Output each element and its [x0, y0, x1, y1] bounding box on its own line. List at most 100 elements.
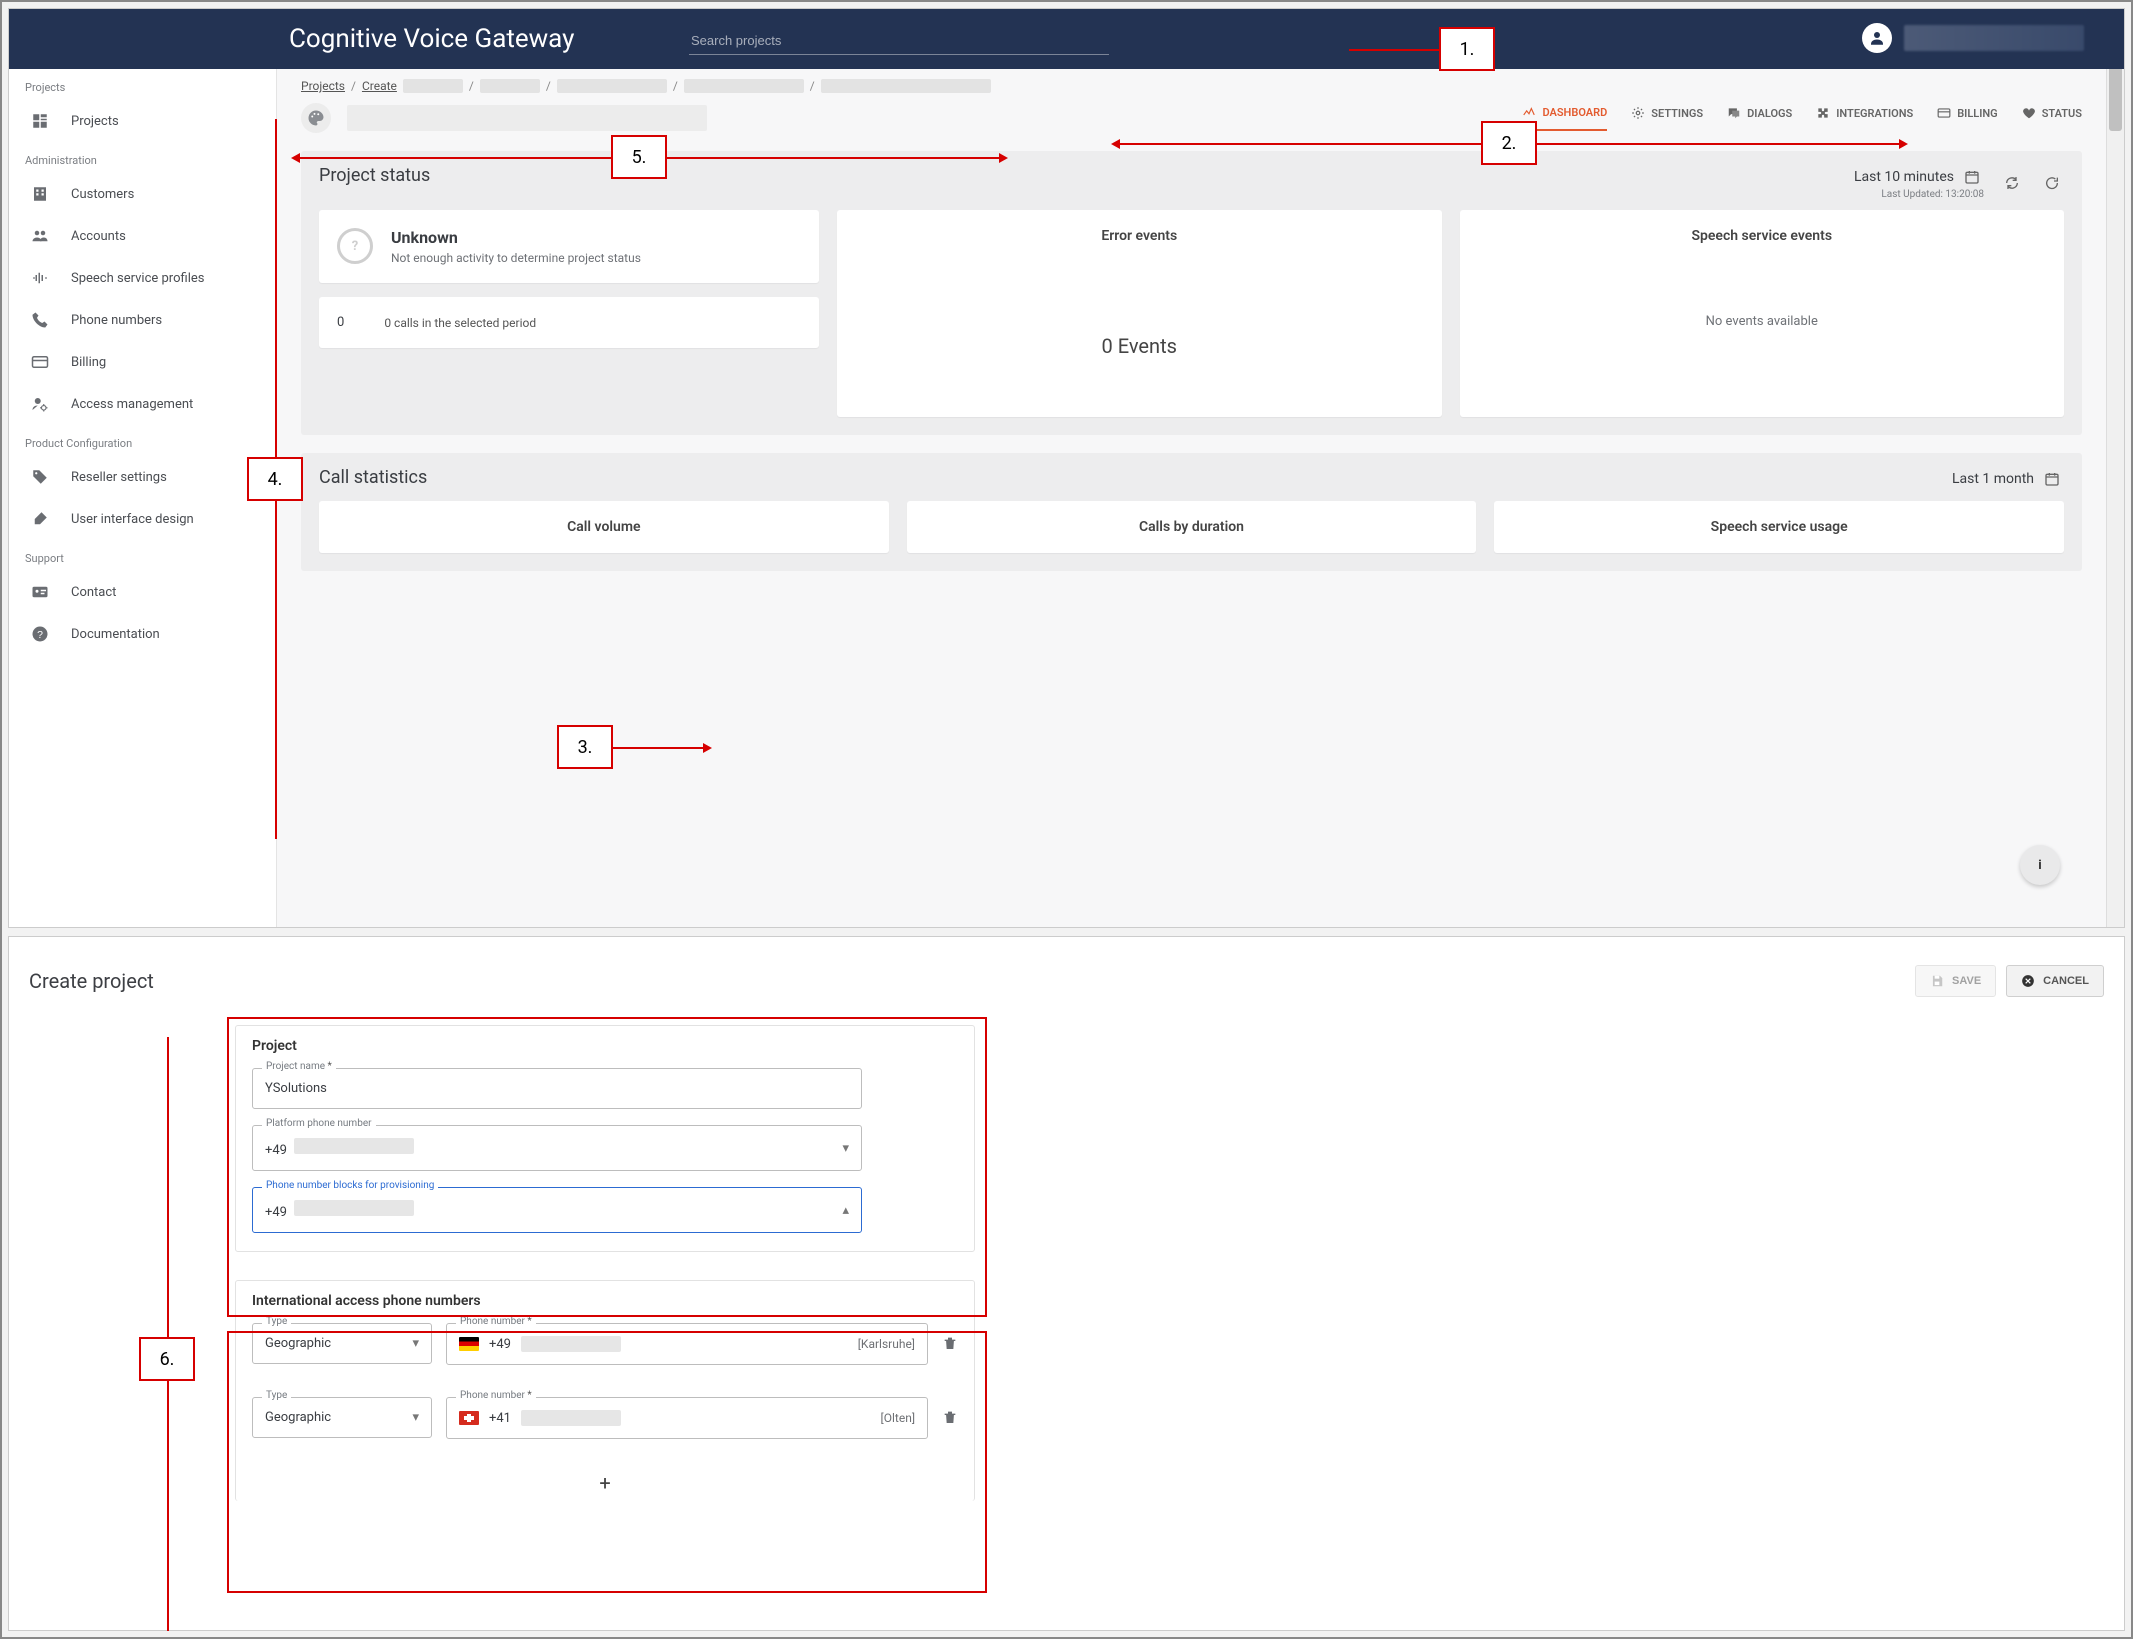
annotation-2: 2.: [1481, 121, 1537, 165]
cancel-icon: [2021, 974, 2035, 988]
crumb-redacted: [403, 79, 463, 93]
card-calls-by-duration: Calls by duration: [907, 501, 1477, 553]
annotation-4: 4.: [247, 457, 303, 501]
sidebar-item-label: Access management: [71, 397, 193, 412]
crumb-redacted: [821, 79, 991, 93]
annotation-5-line-right: [667, 157, 999, 159]
tab-billing[interactable]: BILLING: [1937, 106, 1997, 130]
building-icon: [31, 185, 53, 203]
annotation-6-region-project: [227, 1017, 987, 1317]
status-desc: Not enough activity to determine project…: [391, 251, 641, 265]
window-scrollbar[interactable]: [2106, 9, 2124, 927]
refresh-icon[interactable]: [2040, 171, 2064, 195]
tab-integrations[interactable]: INTEGRATIONS: [1816, 106, 1913, 130]
error-events-card: Error events 0 Events: [837, 210, 1442, 417]
calls-count: 0: [337, 315, 344, 330]
id-card-icon: [31, 583, 53, 601]
annotation-5: 5.: [611, 135, 667, 179]
phone-icon: [31, 311, 53, 329]
card-title: Calls by duration: [925, 519, 1459, 535]
annotation-4-line-top: [275, 119, 277, 457]
tab-label: INTEGRATIONS: [1836, 107, 1913, 120]
project-status-section: Project status Last 10 minutes Last Upda…: [301, 151, 2082, 435]
section-title: Project status: [319, 165, 430, 186]
time-range: Last 10 minutes: [1854, 169, 1954, 185]
breadcrumb: Projects / Create / / / /: [277, 69, 2106, 93]
annotation-6-line-top: [167, 1037, 169, 1337]
sidebar-item-label: Customers: [71, 187, 134, 202]
status-headline: Unknown: [391, 228, 641, 247]
annotation-6-line-bottom: [167, 1381, 169, 1631]
question-icon: ?: [337, 228, 373, 264]
annotation-2-line-left: [1119, 143, 1481, 145]
create-project-title: Create project: [29, 969, 154, 993]
tab-settings[interactable]: SETTINGS: [1631, 106, 1703, 130]
sidebar-item-customers[interactable]: Customers: [9, 173, 276, 215]
annotation-6: 6.: [139, 1337, 195, 1381]
tag-icon: [31, 468, 53, 486]
sidebar-item-documentation[interactable]: ? Documentation: [9, 613, 276, 655]
annotation-2-arrow-left: [1111, 139, 1120, 149]
annotation-3-arrow: [703, 743, 712, 753]
sidebar-item-speech-profiles[interactable]: Speech service profiles: [9, 257, 276, 299]
sidebar-item-label: Billing: [71, 355, 106, 370]
card-title: Speech service events: [1478, 228, 2047, 244]
sidebar-item-label: Projects: [71, 114, 119, 129]
user-menu[interactable]: [1862, 23, 2084, 53]
annotation-5-arrow-right: [999, 153, 1008, 163]
section-title: Call statistics: [319, 467, 427, 488]
cancel-button[interactable]: CANCEL: [2006, 965, 2104, 997]
save-button[interactable]: SAVE: [1915, 965, 1996, 997]
field-label: Type: [262, 1316, 291, 1327]
project-tabs: DASHBOARD SETTINGS DIALOGS: [1522, 105, 2082, 131]
sidebar-section-product: Product Configuration: [9, 425, 276, 456]
svg-text:?: ?: [37, 629, 43, 641]
sidebar-item-projects[interactable]: Projects: [9, 100, 276, 142]
users-icon: [31, 227, 53, 245]
crumb-redacted: [557, 79, 667, 93]
auto-refresh-icon[interactable]: [2000, 171, 2024, 195]
puzzle-icon: [1816, 106, 1830, 120]
crumb-create[interactable]: Create: [362, 79, 397, 93]
crumb-projects[interactable]: Projects: [301, 79, 345, 93]
status-card-unknown: ? Unknown Not enough activity to determi…: [319, 210, 819, 283]
crumb-redacted: [684, 79, 804, 93]
chat-icon: [1727, 106, 1741, 120]
sidebar-item-phone-numbers[interactable]: Phone numbers: [9, 299, 276, 341]
card-icon: [1937, 106, 1951, 120]
avatar-icon: [1862, 23, 1892, 53]
app-header: Cognitive Voice Gateway: [9, 9, 2124, 69]
sidebar-item-contact[interactable]: Contact: [9, 571, 276, 613]
chart-icon: [1522, 105, 1536, 119]
card-icon: [31, 353, 53, 371]
card-call-volume: Call volume: [319, 501, 889, 553]
annotation-2-arrow-right: [1899, 139, 1908, 149]
calendar-icon[interactable]: [2040, 467, 2064, 491]
annotation-3: 3.: [557, 725, 613, 769]
tab-label: BILLING: [1957, 107, 1997, 120]
calendar-icon[interactable]: [1960, 165, 1984, 189]
search-input[interactable]: [689, 27, 1109, 55]
tab-status[interactable]: STATUS: [2022, 106, 2082, 130]
sidebar-item-billing[interactable]: Billing: [9, 341, 276, 383]
tab-dialogs[interactable]: DIALOGS: [1727, 106, 1792, 130]
sidebar-item-label: Phone numbers: [71, 313, 162, 328]
sidebar-section-projects: Projects: [9, 69, 276, 100]
time-range: Last 1 month: [1952, 471, 2034, 487]
card-speech-usage: Speech service usage: [1494, 501, 2064, 553]
call-statistics-section: Call statistics Last 1 month: [301, 453, 2082, 571]
info-fab[interactable]: i: [2020, 845, 2060, 885]
sidebar-item-label: Speech service profiles: [71, 271, 204, 286]
sidebar: Projects Projects Administration Custome…: [9, 69, 277, 927]
annotation-3-line: [613, 747, 703, 749]
sidebar-item-label: Reseller settings: [71, 470, 167, 485]
annotation-4-line-bottom: [275, 501, 277, 839]
button-label: CANCEL: [2043, 975, 2089, 987]
sidebar-item-reseller[interactable]: Reseller settings: [9, 456, 276, 498]
annotation-1: 1.: [1439, 27, 1495, 71]
annotation-2-line-right: [1537, 143, 1899, 145]
annotation-6-region-intl: [227, 1331, 987, 1593]
sidebar-item-access-mgmt[interactable]: Access management: [9, 383, 276, 425]
sidebar-item-accounts[interactable]: Accounts: [9, 215, 276, 257]
sidebar-item-ui-design[interactable]: User interface design: [9, 498, 276, 540]
